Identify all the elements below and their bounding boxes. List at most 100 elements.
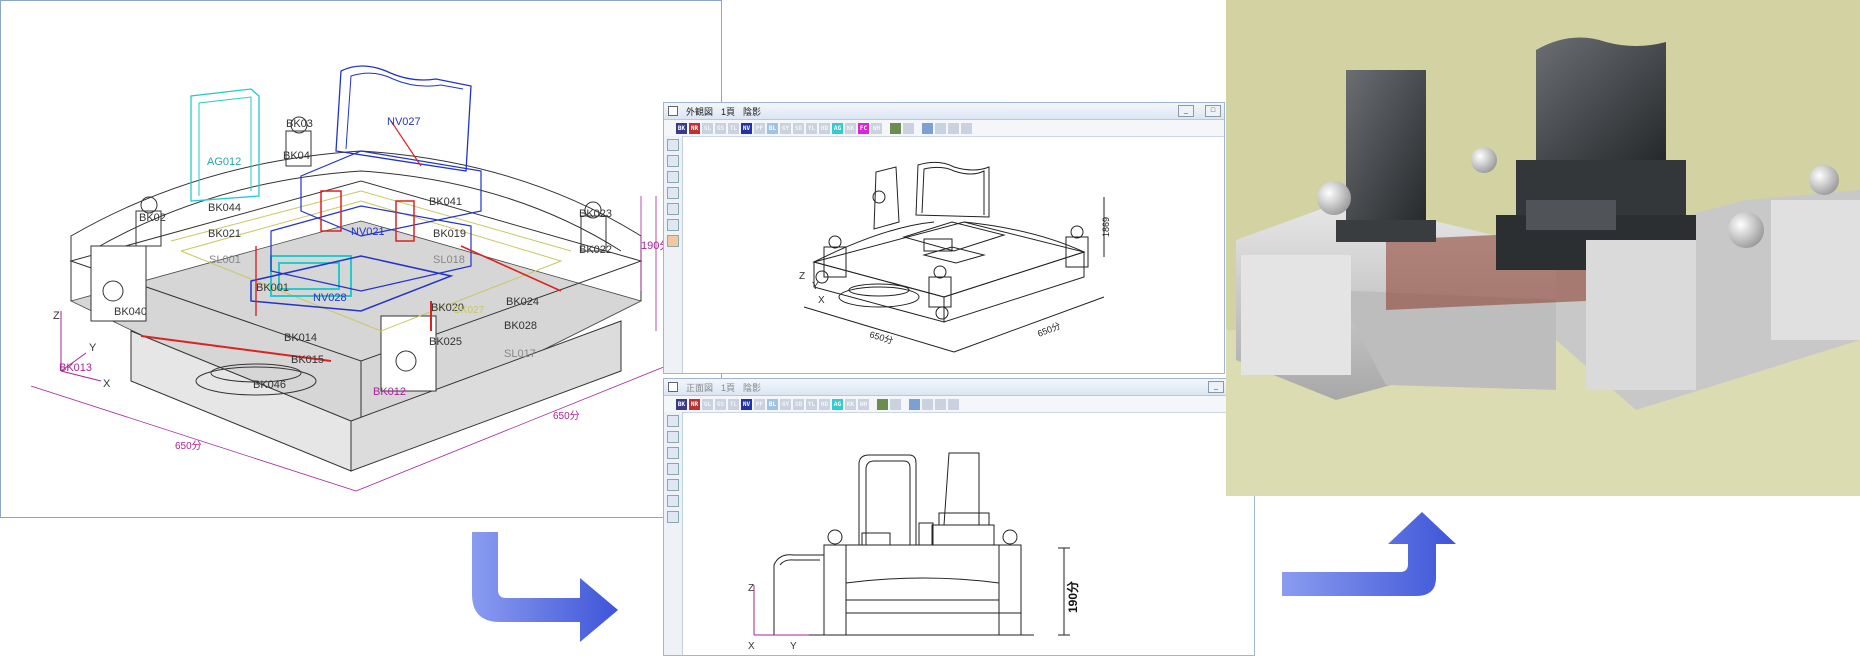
wireframe-viewport[interactable]: NV027 AG012 BK03 BK04 BK044 BK021 BK02 S… xyxy=(0,0,722,518)
part-label: BK044 xyxy=(208,202,241,214)
pen-tool-icon[interactable] xyxy=(667,431,679,443)
app-icon xyxy=(668,382,678,392)
dimension-height: 190分 xyxy=(1065,581,1080,613)
menu-item-shade[interactable]: 陰影 xyxy=(743,381,761,394)
front-canvas[interactable]: Z X Y 190分 xyxy=(684,413,1254,655)
axis-y-label: Y xyxy=(89,342,97,354)
layer-toggle[interactable]: GS xyxy=(715,398,726,410)
view-icon[interactable] xyxy=(903,122,914,134)
select-tool-icon[interactable] xyxy=(667,139,679,151)
layer-toggle[interactable]: YL xyxy=(806,122,817,134)
layer-toggle[interactable]: PF xyxy=(754,398,765,410)
select-tool-icon[interactable] xyxy=(667,415,679,427)
layer-toggle[interactable]: WH xyxy=(858,398,869,410)
minimize-icon[interactable]: _ xyxy=(1208,381,1224,393)
axis-x-label: X xyxy=(748,641,755,652)
axis-x-label: X xyxy=(103,378,111,390)
part-label: BK019 xyxy=(433,228,466,240)
layer-toggle[interactable]: TL xyxy=(728,122,739,134)
rotate-tool-icon[interactable] xyxy=(667,495,679,507)
dimension-label: 650分 xyxy=(553,410,580,422)
pen-tool-icon[interactable] xyxy=(667,155,679,167)
layer-toggle[interactable]: TL xyxy=(728,398,739,410)
dimension-label: 650分 xyxy=(175,440,202,452)
render-icon[interactable] xyxy=(922,122,933,134)
part-label: BK012 xyxy=(373,386,406,398)
minimize-icon[interactable]: _ xyxy=(1178,105,1194,117)
layer-toggle[interactable]: BL xyxy=(767,398,778,410)
layer-toggle[interactable]: GY xyxy=(780,398,791,410)
menu-item-page[interactable]: 1頁 xyxy=(721,381,735,394)
part-label: SL001 xyxy=(209,254,241,266)
fire-tool-icon[interactable] xyxy=(667,235,679,247)
maximize-icon[interactable]: □ xyxy=(1205,105,1221,117)
part-label: BK028 xyxy=(504,320,537,332)
rotate-icon[interactable] xyxy=(948,398,959,410)
part-label: NV027 xyxy=(387,116,421,128)
wireframe-drawing: NV027 AG012 BK03 BK04 BK044 BK021 BK02 S… xyxy=(30,65,692,492)
hand-tool-icon[interactable] xyxy=(667,511,679,523)
layer-toggle[interactable]: NV xyxy=(741,122,752,134)
layer-toggle[interactable]: SD xyxy=(793,398,804,410)
layer-toggle[interactable]: PF xyxy=(754,122,765,134)
layer-toggle[interactable]: NV xyxy=(741,398,752,410)
part-label: BK041 xyxy=(429,196,462,208)
layer-toggle[interactable]: YL xyxy=(806,398,817,410)
window-titlebar[interactable]: 外観図 1頁 陰影 _ □ xyxy=(664,103,1224,120)
part-label: BK024 xyxy=(506,296,539,308)
flow-arrow-up-right xyxy=(1282,512,1456,596)
layer-toggle[interactable]: GY xyxy=(780,122,791,134)
layer-toggle[interactable]: AG xyxy=(832,398,843,410)
layer-toggle[interactable]: FC xyxy=(858,122,869,134)
tool-sidebar xyxy=(664,136,683,373)
layer-toggle[interactable]: BL xyxy=(767,122,778,134)
shade-icon[interactable] xyxy=(890,122,901,134)
front-view-window[interactable]: 正面図 1頁 陰影 _ □ BK NR GL GS TL NV PF BL GY… xyxy=(663,378,1255,656)
layers-tool-icon[interactable] xyxy=(667,171,679,183)
window-titlebar[interactable]: 正面図 1頁 陰影 _ □ xyxy=(664,379,1254,396)
gear-tool-icon[interactable] xyxy=(667,203,679,215)
copy-icon[interactable] xyxy=(922,398,933,410)
isometric-view-window[interactable]: 外観図 1頁 陰影 _ □ BK NR GL GS TL NV PF BL GY… xyxy=(663,102,1225,374)
part-label: BK025 xyxy=(429,336,462,348)
copy-tool-icon[interactable] xyxy=(667,463,679,475)
layer-toggle[interactable]: KK xyxy=(845,122,856,134)
gear-tool-icon[interactable] xyxy=(667,479,679,491)
menu-item-shade[interactable]: 陰影 xyxy=(743,105,761,118)
layer-toggle[interactable]: SD xyxy=(793,122,804,134)
layer-toggle[interactable]: GS xyxy=(715,122,726,134)
axis-z-label: Z xyxy=(53,310,60,322)
layer-toggle[interactable]: WH xyxy=(871,122,882,134)
part-label: BK040 xyxy=(114,306,147,318)
copy-tool-icon[interactable] xyxy=(667,187,679,199)
axis-y-label: Y xyxy=(790,641,797,652)
gear-icon[interactable] xyxy=(948,122,959,134)
window-title: 正面図 xyxy=(686,382,714,393)
rotate-icon[interactable] xyxy=(961,122,972,134)
layer-toggle[interactable]: GL xyxy=(702,122,713,134)
layer-toggle[interactable]: AG xyxy=(832,122,843,134)
part-label: BK015 xyxy=(291,354,324,366)
view-icon[interactable] xyxy=(890,398,901,410)
copy-icon[interactable] xyxy=(935,122,946,134)
layer-toggle[interactable]: HD xyxy=(819,122,830,134)
part-label: BK022 xyxy=(579,244,612,256)
shade-icon[interactable] xyxy=(877,398,888,410)
layers-tool-icon[interactable] xyxy=(667,447,679,459)
render-icon[interactable] xyxy=(909,398,920,410)
rotate-tool-icon[interactable] xyxy=(667,219,679,231)
gear-icon[interactable] xyxy=(935,398,946,410)
layer-toggle[interactable]: BK xyxy=(676,398,687,410)
axis-z-label: Z xyxy=(799,271,805,282)
layer-toggle[interactable]: NR xyxy=(689,398,700,410)
layer-toggle[interactable]: NR xyxy=(689,122,700,134)
menu-item-page[interactable]: 1頁 xyxy=(721,105,735,118)
layer-toggle[interactable]: HD xyxy=(819,398,830,410)
isometric-canvas[interactable]: Z Y X 1869 650分 650分 xyxy=(684,137,1224,373)
layer-toggle[interactable]: KK xyxy=(845,398,856,410)
layer-toggle[interactable]: GL xyxy=(702,398,713,410)
part-label: BK02 xyxy=(139,212,166,224)
render-preview xyxy=(1226,0,1860,496)
layer-toggle[interactable]: BK xyxy=(676,122,687,134)
part-label: AG012 xyxy=(207,156,241,168)
